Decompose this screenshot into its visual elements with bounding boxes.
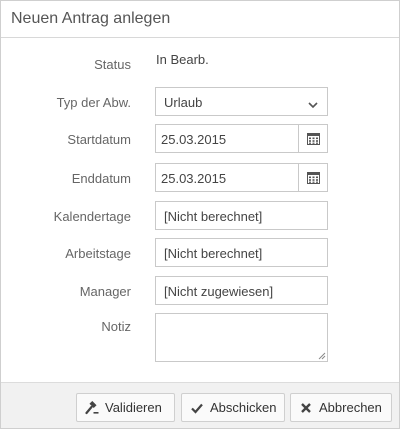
- note-row: Notiz: [1, 313, 401, 363]
- start-date-picker-button[interactable]: [298, 125, 327, 152]
- start-date-field[interactable]: 25.03.2015: [155, 124, 328, 153]
- validate-button[interactable]: Validieren: [76, 393, 175, 422]
- new-request-dialog: Neuen Antrag anlegen Status In Bearb. Ty…: [0, 0, 400, 429]
- status-label: Status: [94, 57, 131, 72]
- calendar-days-value: [Nicht berechnet]: [164, 209, 263, 224]
- start-date-row: Startdatum 25.03.2015: [1, 124, 401, 154]
- end-date-row: Enddatum 25.03.2015: [1, 163, 401, 193]
- chevron-down-icon: [308, 97, 318, 109]
- calendar-days-field: [Nicht berechnet]: [155, 201, 328, 230]
- absence-type-value: Urlaub: [164, 95, 203, 110]
- work-days-label: Arbeitstage: [65, 246, 131, 261]
- calendar-icon: [307, 133, 320, 145]
- check-icon: [190, 401, 204, 415]
- calendar-days-row: Kalendertage [Nicht berechnet]: [1, 201, 401, 231]
- close-icon: [299, 401, 313, 415]
- cancel-label: Abbrechen: [319, 400, 382, 415]
- submit-label: Abschicken: [210, 400, 277, 415]
- dialog-footer: Validieren Abschicken Abbrechen: [1, 382, 399, 428]
- resize-grip-icon[interactable]: [318, 352, 326, 360]
- work-days-field: [Nicht berechnet]: [155, 238, 328, 267]
- status-value: In Bearb.: [156, 52, 209, 67]
- work-days-row: Arbeitstage [Nicht berechnet]: [1, 238, 401, 268]
- start-date-value: 25.03.2015: [161, 132, 227, 147]
- manager-row: Manager [Nicht zugewiesen]: [1, 276, 401, 306]
- work-days-value: [Nicht berechnet]: [164, 246, 263, 261]
- status-row: Status In Bearb.: [1, 49, 401, 79]
- end-date-value: 25.03.2015: [161, 171, 227, 186]
- note-textarea[interactable]: [155, 313, 328, 362]
- gavel-icon: [85, 400, 99, 415]
- start-date-label: Startdatum: [67, 132, 131, 147]
- cancel-button[interactable]: Abbrechen: [290, 393, 392, 422]
- end-date-label: Enddatum: [71, 171, 131, 186]
- submit-button[interactable]: Abschicken: [181, 393, 285, 422]
- end-date-picker-button[interactable]: [298, 164, 327, 191]
- type-row: Typ der Abw. Urlaub: [1, 87, 401, 117]
- validate-label: Validieren: [105, 400, 162, 415]
- end-date-field[interactable]: 25.03.2015: [155, 163, 328, 192]
- calendar-days-label: Kalendertage: [53, 209, 131, 224]
- manager-label: Manager: [79, 284, 131, 299]
- note-label: Notiz: [101, 319, 131, 334]
- dialog-title: Neuen Antrag anlegen: [11, 10, 171, 27]
- absence-type-select[interactable]: Urlaub: [155, 87, 328, 116]
- manager-field: [Nicht zugewiesen]: [155, 276, 328, 305]
- type-label: Typ der Abw.: [56, 95, 131, 110]
- calendar-icon: [307, 172, 320, 184]
- dialog-title-bar: Neuen Antrag anlegen: [1, 1, 399, 38]
- manager-value: [Nicht zugewiesen]: [164, 284, 274, 299]
